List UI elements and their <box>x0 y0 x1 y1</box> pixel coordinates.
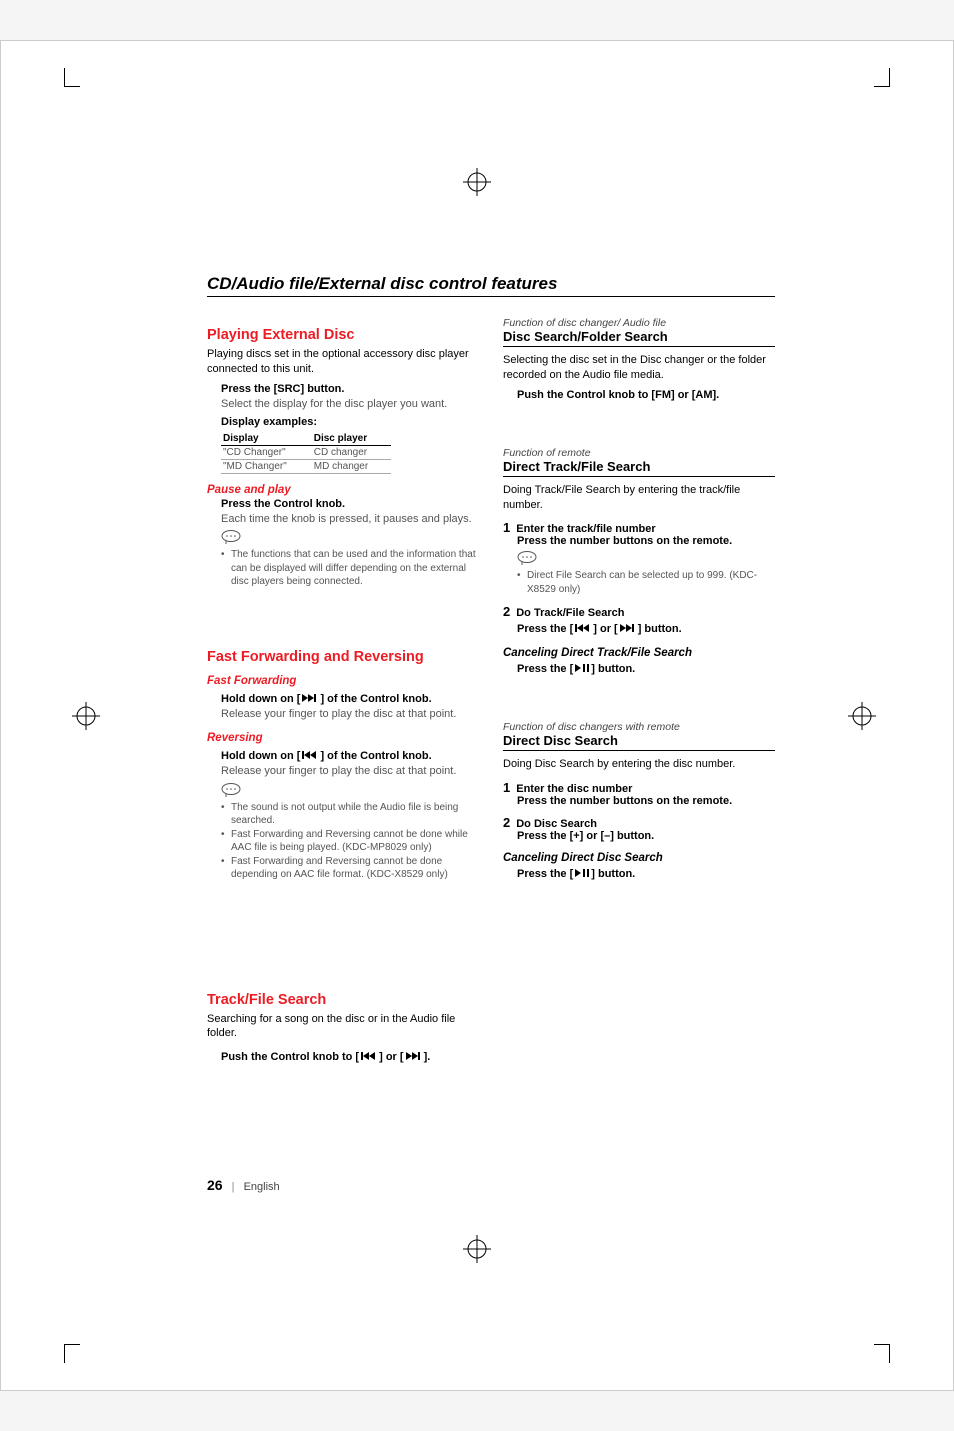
register-mark-right <box>848 702 876 730</box>
reversing-heading: Reversing <box>207 732 479 744</box>
next-track-icon <box>302 693 318 705</box>
right-column: Function of disc changer/ Audio file Dis… <box>503 313 775 1065</box>
display-examples-label: Display examples: <box>221 416 479 428</box>
page: CD/Audio file/External disc control feat… <box>0 40 954 1391</box>
note-item: Fast Forwarding and Reversing cannot be … <box>221 828 479 855</box>
note-list: The functions that can be used and the i… <box>221 548 479 589</box>
note-icon <box>221 783 239 797</box>
table-cell: CD changer <box>312 445 391 459</box>
section-track-file-search: Track/File Search <box>207 992 479 1008</box>
crop-mark-tl <box>46 68 80 102</box>
table-cell: MD changer <box>312 459 391 473</box>
note-item: The sound is not output while the Audio … <box>221 801 479 828</box>
step-title: Do Disc Search <box>516 818 597 830</box>
note-icon <box>221 530 239 544</box>
note-item: Fast Forwarding and Reversing cannot be … <box>221 855 479 882</box>
trackfile-intro: Searching for a song on the disc or in t… <box>207 1012 479 1042</box>
display-table: Display Disc player "CD Changer" CD chan… <box>221 432 391 474</box>
cancel-direct-disc-heading: Canceling Direct Disc Search <box>503 852 775 864</box>
crop-mark-br <box>874 1329 908 1363</box>
register-mark-bottom <box>463 1235 491 1263</box>
step-number: 2 <box>503 604 510 619</box>
cancel-direct-disc-press: Press the [ ] button. <box>517 868 635 880</box>
rev-release-text: Release your finger to play the disc at … <box>221 764 479 779</box>
section-playing-external-disc: Playing External Disc <box>207 327 479 343</box>
content: CD/Audio file/External disc control feat… <box>207 274 775 1065</box>
crop-mark-bl <box>46 1329 80 1363</box>
note-list: The sound is not output while the Audio … <box>221 801 479 882</box>
cancel-direct-track-heading: Canceling Direct Track/File Search <box>503 647 775 659</box>
directtrack-intro: Doing Track/File Search by entering the … <box>503 483 775 513</box>
footer-divider: | <box>232 1181 235 1193</box>
play-pause-icon <box>575 868 589 880</box>
page-number: 26 <box>207 1177 223 1193</box>
note-icon <box>517 551 535 565</box>
trackfile-push-instruction: Push the Control knob to [ ] or [ ]. <box>221 1051 430 1063</box>
note-list: Direct File Search can be selected up to… <box>517 569 775 596</box>
step-number: 1 <box>503 520 510 535</box>
section-fast-forwarding: Fast Forwarding and Reversing <box>207 649 479 665</box>
press-src-label: Press the [SRC] button. <box>221 383 479 395</box>
table-header-player: Disc player <box>312 432 391 446</box>
fast-forwarding-heading: Fast Forwarding <box>207 675 479 687</box>
note-item: The functions that can be used and the i… <box>221 548 479 589</box>
note-item: Direct File Search can be selected up to… <box>517 569 775 596</box>
pause-text: Each time the knob is pressed, it pauses… <box>221 512 479 527</box>
discfolder-intro: Selecting the disc set in the Disc chang… <box>503 353 775 383</box>
table-cell: "CD Changer" <box>221 445 312 459</box>
prev-track-icon <box>361 1051 377 1063</box>
ff-hold-instruction: Hold down on [ ] of the Control knob. <box>221 693 432 705</box>
crop-mark-tr <box>874 68 908 102</box>
select-display-text: Select the display for the disc player y… <box>221 397 479 412</box>
press-control-knob: Press the Control knob. <box>221 498 479 510</box>
table-cell: "MD Changer" <box>221 459 312 473</box>
register-mark-left <box>72 702 100 730</box>
step-1: 1 Enter the disc number <box>503 780 775 795</box>
step-2: 2 Do Disc Search <box>503 815 775 830</box>
rev-hold-instruction: Hold down on [ ] of the Control knob. <box>221 750 432 762</box>
step-title: Enter the track/file number <box>516 523 655 535</box>
next-track-icon <box>406 1051 422 1063</box>
step-title: Enter the disc number <box>516 783 632 795</box>
play-pause-icon <box>575 663 589 675</box>
prev-track-icon <box>575 623 591 635</box>
step-2: 2 Do Track/File Search <box>503 604 775 619</box>
step-1-sub: Press the number buttons on the remote. <box>517 535 775 547</box>
table-row: "CD Changer" CD changer <box>221 445 391 459</box>
discfolder-push: Push the Control knob to [FM] or [AM]. <box>517 389 775 401</box>
ff-release-text: Release your finger to play the disc at … <box>221 707 479 722</box>
left-column: Playing External Disc Playing discs set … <box>207 313 479 1065</box>
heading-direct-track-file: Direct Track/File Search <box>503 459 775 477</box>
next-track-icon <box>620 623 636 635</box>
page-language: English <box>244 1181 280 1193</box>
step-number: 1 <box>503 780 510 795</box>
playing-intro: Playing discs set in the optional access… <box>207 347 479 377</box>
cancel-direct-track-press: Press the [ ] button. <box>517 663 635 675</box>
table-row: "MD Changer" MD changer <box>221 459 391 473</box>
step-2-press: Press the [ ] or [ ] button. <box>517 623 682 635</box>
heading-disc-folder-search: Disc Search/Folder Search <box>503 329 775 347</box>
page-footer: 26 | English <box>207 1177 280 1193</box>
step-number: 2 <box>503 815 510 830</box>
step-1: 1 Enter the track/file number <box>503 520 775 535</box>
func-remote: Function of remote <box>503 447 775 459</box>
table-header-display: Display <box>221 432 312 446</box>
step-1-sub: Press the number buttons on the remote. <box>517 795 775 807</box>
directdisc-intro: Doing Disc Search by entering the disc n… <box>503 757 775 772</box>
pause-and-play-heading: Pause and play <box>207 484 479 496</box>
heading-direct-disc-search: Direct Disc Search <box>503 733 775 751</box>
step-2-sub: Press the [+] or [–] button. <box>517 830 775 842</box>
step-title: Do Track/File Search <box>516 607 624 619</box>
page-heading: CD/Audio file/External disc control feat… <box>207 274 775 297</box>
func-disc-changers-remote: Function of disc changers with remote <box>503 721 775 733</box>
func-disc-changer-audio: Function of disc changer/ Audio file <box>503 317 775 329</box>
prev-track-icon <box>302 750 318 762</box>
register-mark-top <box>463 168 491 196</box>
